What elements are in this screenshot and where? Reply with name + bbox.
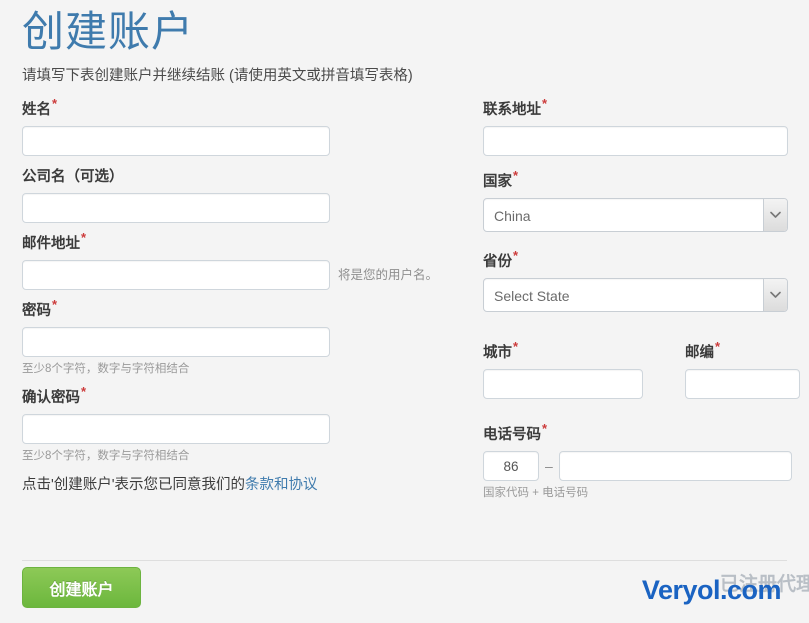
field-email: 邮件地址* 将是您的用户名。 (22, 231, 477, 290)
password-help-text: 至少8个字符，数字与字符相结合 (22, 363, 190, 376)
label-name-text: 姓名 (22, 102, 51, 118)
phone-separator: – (545, 458, 553, 474)
label-address: 联系地址* (483, 97, 800, 120)
label-state-text: 省份 (483, 254, 512, 270)
required-asterisk: * (513, 248, 519, 264)
label-company: 公司名（可选） (22, 169, 124, 185)
city-zip-row: 城市* 邮编* (483, 340, 800, 399)
terms-agreement: 点击'创建账户'表示您已同意我们的条款和协议 (22, 475, 477, 495)
required-asterisk: * (81, 384, 87, 400)
address-input[interactable] (483, 126, 788, 156)
name-input[interactable] (22, 126, 330, 156)
required-asterisk: * (513, 339, 519, 355)
field-password: 密码* 至少8个字符，数字与字符相结合 (22, 298, 477, 377)
label-zip: 邮编* (685, 340, 800, 363)
create-account-page: 创建账户 请填写下表创建账户并继续结账 (请使用英文或拼音填写表格) 姓名* 公… (0, 0, 809, 623)
label-email: 邮件地址* (22, 231, 477, 254)
password-input[interactable] (22, 327, 330, 358)
label-phone: 电话号码* (483, 422, 800, 445)
field-city: 城市* (483, 340, 643, 399)
page-subtitle: 请填写下表创建账户并继续结账 (请使用英文或拼音填写表格) (22, 68, 413, 84)
footer-divider (22, 560, 787, 561)
label-name: 姓名* (22, 97, 477, 120)
label-state: 省份* (483, 249, 800, 272)
watermark-tagline: 已注册代理 (719, 574, 809, 595)
country-select-value: China (483, 198, 788, 232)
label-confirm-password: 确认密码* (22, 385, 477, 408)
field-name: 姓名* (22, 97, 477, 156)
email-input[interactable] (22, 260, 330, 290)
confirm-password-help-text: 至少8个字符，数字与字符相结合 (22, 450, 190, 463)
state-select[interactable]: Select State (483, 278, 788, 312)
field-phone: 电话号码* – 国家代码 + 电话号码 (483, 422, 800, 501)
label-zip-text: 邮编 (685, 345, 714, 361)
required-asterisk: * (52, 96, 58, 112)
chevron-down-icon (763, 199, 787, 231)
field-country: 国家* China (483, 169, 800, 237)
required-asterisk: * (542, 421, 548, 437)
field-address: 联系地址* (483, 97, 800, 156)
field-confirm-password: 确认密码* 至少8个字符，数字与字符相结合 (22, 385, 477, 464)
terms-prefix-text: 点击'创建账户'表示您已同意我们的 (22, 477, 246, 494)
state-select-value: Select State (483, 278, 788, 312)
chevron-down-icon (763, 279, 787, 311)
form-column-right: 联系地址* 国家* China 省份* Select State 城市* 邮编*… (477, 97, 800, 512)
account-form: 姓名* 公司名（可选） 邮件地址* 将是您的用户名。 密码* 至少8个字符，数字… (22, 97, 800, 512)
phone-country-code-input[interactable] (483, 451, 539, 481)
phone-input-group: – (483, 451, 800, 481)
label-city-text: 城市 (483, 345, 512, 361)
required-asterisk: * (81, 230, 87, 246)
company-input[interactable] (22, 193, 330, 223)
zip-input[interactable] (685, 369, 800, 399)
phone-number-input[interactable] (558, 451, 792, 481)
label-phone-text: 电话号码 (483, 427, 541, 443)
watermark-brand: Veryol.com (641, 575, 782, 605)
email-inline-help: 将是您的用户名。 (338, 268, 439, 283)
field-zip: 邮编* (685, 340, 800, 399)
form-column-left: 姓名* 公司名（可选） 邮件地址* 将是您的用户名。 密码* 至少8个字符，数字… (22, 97, 477, 512)
label-password: 密码* (22, 298, 477, 321)
page-title: 创建账户 (22, 8, 195, 55)
confirm-password-input[interactable] (22, 414, 330, 445)
required-asterisk: * (542, 96, 548, 112)
country-select[interactable]: China (483, 198, 788, 232)
required-asterisk: * (52, 297, 58, 313)
phone-help-text: 国家代码 + 电话号码 (483, 487, 589, 499)
label-password-text: 密码 (22, 303, 51, 320)
label-email-text: 邮件地址 (22, 236, 80, 252)
create-account-button[interactable]: 创建账户 (22, 567, 141, 608)
required-asterisk: * (513, 168, 519, 184)
label-city: 城市* (483, 340, 643, 363)
label-country-text: 国家 (483, 174, 512, 190)
field-company: 公司名（可选） (22, 167, 477, 223)
required-asterisk: * (715, 339, 721, 355)
label-confirm-password-text: 确认密码 (22, 390, 80, 407)
terms-and-conditions-link[interactable]: 条款和协议 (245, 477, 318, 493)
label-country: 国家* (483, 169, 800, 192)
field-state: 省份* Select State (483, 249, 800, 317)
label-address-text: 联系地址 (483, 102, 541, 118)
city-input[interactable] (483, 369, 643, 399)
watermark: 已注册代理 Veryol.com (619, 563, 809, 621)
